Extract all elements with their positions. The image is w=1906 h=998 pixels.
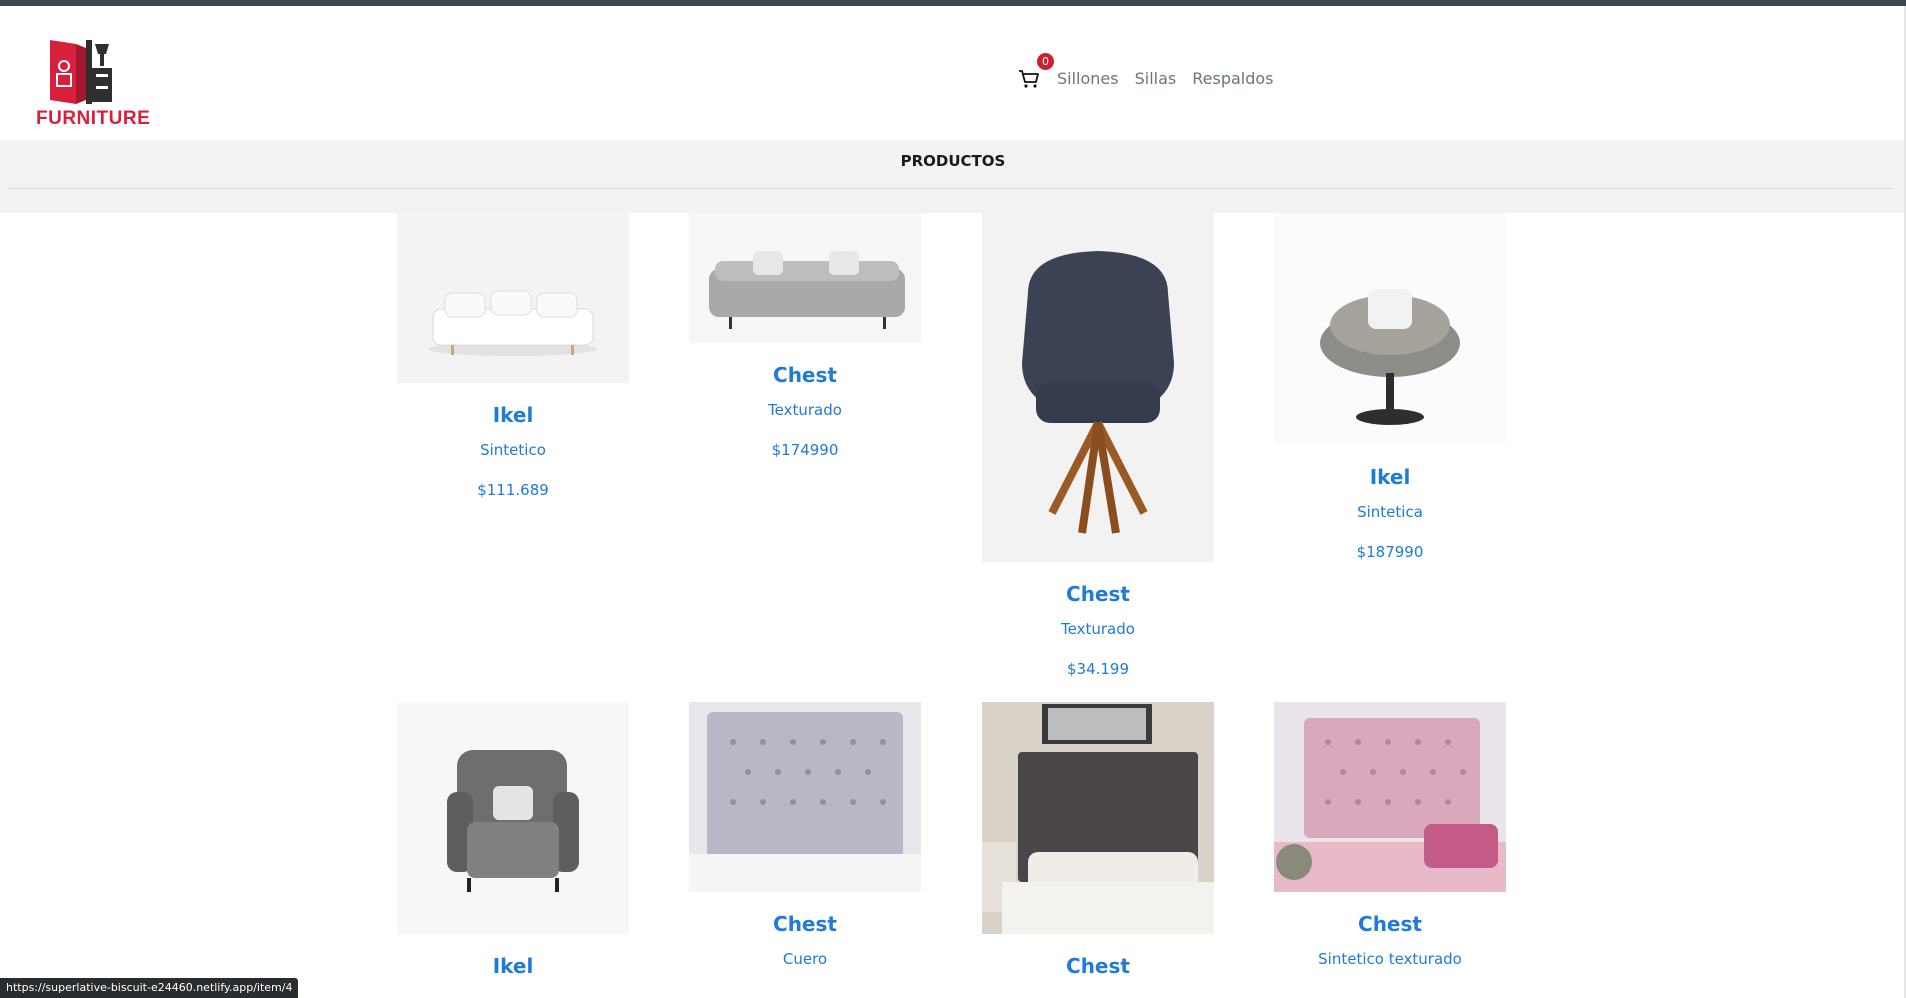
section-title: PRODUCTOS <box>900 152 1006 170</box>
product-card[interactable]: Ikel <box>397 702 629 978</box>
product-name[interactable]: Ikel <box>397 403 629 427</box>
product-name[interactable]: Ikel <box>1274 465 1506 489</box>
product-name[interactable]: Chest <box>1274 912 1506 936</box>
section-banner: PRODUCTOS <box>0 140 1906 213</box>
product-image[interactable] <box>397 702 629 934</box>
product-image[interactable] <box>689 702 921 892</box>
logo-text: FURNITURE <box>36 108 151 129</box>
product-price: $187990 <box>1356 543 1424 561</box>
product-card[interactable]: Ikel Sintetica $187990 <box>1274 213 1506 562</box>
status-bar-url: https://superlative-biscuit-e24460.netli… <box>0 978 299 998</box>
product-card[interactable]: Chest Texturado $174990 <box>689 213 921 460</box>
product-material: Sintetico <box>480 441 546 459</box>
product-image[interactable] <box>982 213 1214 562</box>
product-name[interactable]: Chest <box>689 912 921 936</box>
cart-button[interactable]: 0 <box>1017 53 1054 90</box>
product-name[interactable]: Chest <box>689 363 921 387</box>
product-card[interactable]: Ikel Sintetico $111.689 <box>397 213 629 500</box>
product-image[interactable] <box>1274 702 1506 892</box>
product-price: $34.199 <box>1066 660 1130 678</box>
product-material: Texturado <box>1061 620 1135 638</box>
cart-count-badge: 0 <box>1037 53 1054 70</box>
product-card[interactable]: Chest <box>982 702 1214 978</box>
nav-link-respaldos[interactable]: Respaldos <box>1192 69 1273 88</box>
product-material: Cuero <box>782 950 828 968</box>
nav-link-sillas[interactable]: Sillas <box>1135 69 1177 88</box>
product-card[interactable]: Chest Cuero <box>689 702 921 969</box>
product-image[interactable] <box>1274 213 1506 445</box>
site-logo[interactable]: FURNITURE <box>36 30 151 135</box>
product-image[interactable] <box>982 702 1214 934</box>
product-price: $174990 <box>771 441 839 459</box>
divider <box>9 188 1893 189</box>
site-header: FURNITURE 0 Sillones Sillas Respaldos <box>0 6 1906 140</box>
product-image[interactable] <box>397 213 629 383</box>
product-material: Sintetico texturado <box>1318 950 1462 968</box>
main-nav: 0 Sillones Sillas Respaldos <box>1017 53 1290 94</box>
product-material: Sintetica <box>1357 503 1423 521</box>
product-price: $111.689 <box>477 481 549 499</box>
product-card[interactable]: Chest Texturado $34.199 <box>982 213 1214 679</box>
product-name[interactable]: Chest <box>982 954 1214 978</box>
product-image[interactable] <box>689 213 921 343</box>
cart-icon <box>1019 70 1039 88</box>
product-card[interactable]: Chest Sintetico texturado <box>1274 702 1506 969</box>
product-name[interactable]: Chest <box>982 582 1214 606</box>
nav-link-sillones[interactable]: Sillones <box>1057 69 1119 88</box>
product-material: Texturado <box>768 401 842 419</box>
product-name[interactable]: Ikel <box>397 954 629 978</box>
furniture-logo-icon <box>50 40 112 104</box>
